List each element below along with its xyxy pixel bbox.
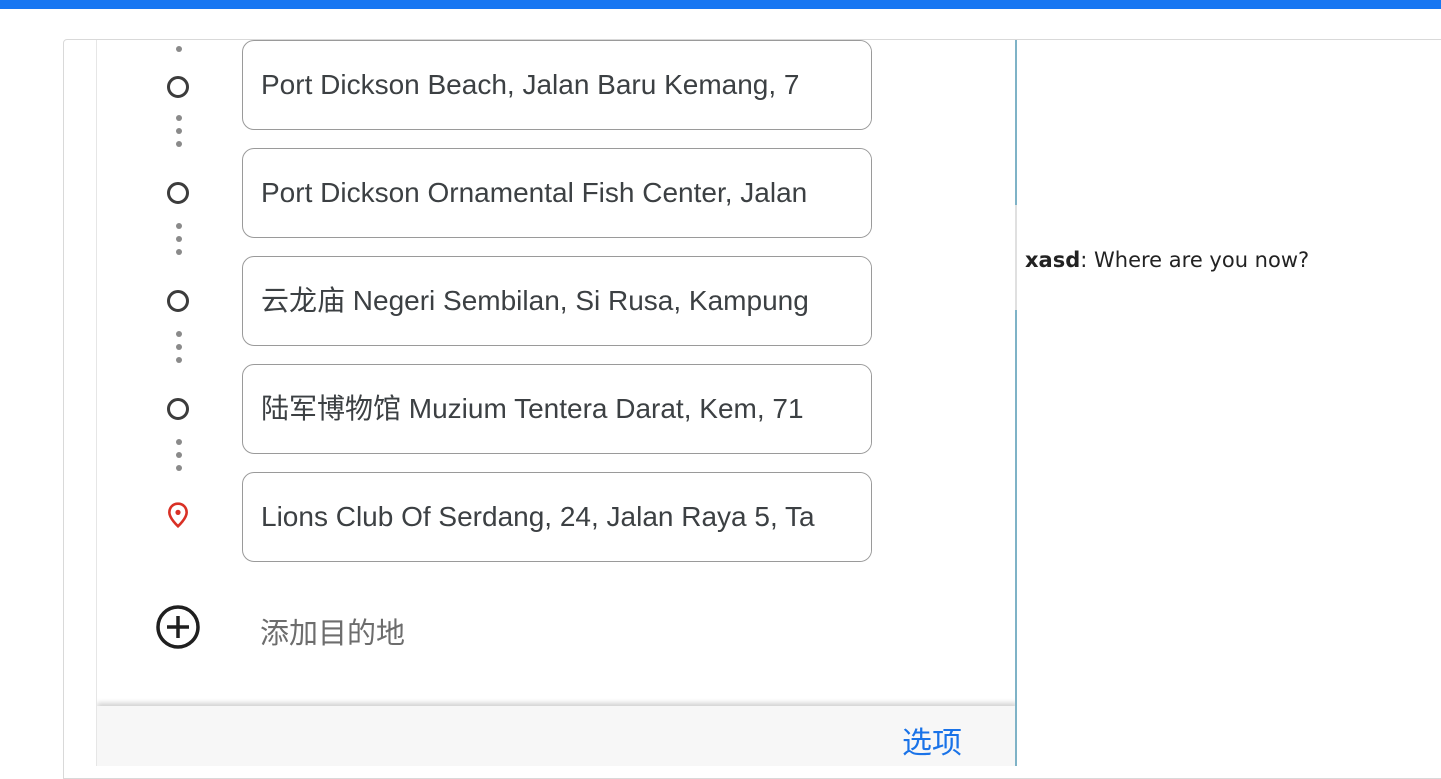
stop-input-value: Port Dickson Beach, Jalan Baru Kemang, 7 — [261, 69, 800, 100]
stop-input[interactable]: 陆军博物馆 Muzium Tentera Darat, Kem, 71 — [242, 364, 872, 454]
stop-input-value: 陆军博物馆 Muzium Tentera Darat, Kem, 71 — [261, 393, 804, 424]
stop-row: 陆军博物馆 Muzium Tentera Darat, Kem, 71 — [97, 364, 1016, 454]
panel-divider — [1015, 40, 1017, 766]
chat-message-text: Where are you now? — [1094, 248, 1310, 272]
stop-input-value: 云龙庙 Negeri Sembilan, Si Rusa, Kampung — [261, 285, 809, 316]
circle-outline-icon — [167, 182, 189, 204]
stop-row: Port Dickson Ornamental Fish Center, Jal… — [97, 148, 1016, 238]
circle-outline-icon — [167, 398, 189, 420]
options-button[interactable]: 选项 — [902, 718, 962, 762]
chat-separator: : — [1080, 248, 1095, 272]
top-accent-bar — [0, 0, 1441, 9]
chat-sender: xasd — [1025, 248, 1081, 272]
plus-circle-icon[interactable] — [155, 604, 201, 650]
stop-input[interactable]: Port Dickson Ornamental Fish Center, Jal… — [242, 148, 872, 238]
chat-divider — [1015, 205, 1017, 310]
stop-input[interactable]: Port Dickson Beach, Jalan Baru Kemang, 7 — [242, 40, 872, 130]
stop-row-destination: Lions Club Of Serdang, 24, Jalan Raya 5,… — [97, 472, 1016, 562]
map-pin-icon — [168, 502, 188, 528]
stop-row: 云龙庙 Negeri Sembilan, Si Rusa, Kampung — [97, 256, 1016, 346]
directions-panel: Port Dickson Beach, Jalan Baru Kemang, 7… — [96, 40, 1016, 766]
chat-message: xasd: Where are you now? — [1025, 248, 1309, 272]
add-destination-label[interactable]: 添加目的地 — [260, 610, 405, 652]
add-destination-row[interactable]: 添加目的地 — [97, 600, 1016, 650]
stop-input-value: Port Dickson Ornamental Fish Center, Jal… — [261, 177, 808, 208]
stop-input-value: Lions Club Of Serdang, 24, Jalan Raya 5,… — [261, 501, 815, 532]
destination-input[interactable]: Lions Club Of Serdang, 24, Jalan Raya 5,… — [242, 472, 872, 562]
stop-row: Port Dickson Beach, Jalan Baru Kemang, 7 — [97, 40, 1016, 130]
circle-outline-icon — [167, 76, 189, 98]
stop-input[interactable]: 云龙庙 Negeri Sembilan, Si Rusa, Kampung — [242, 256, 872, 346]
circle-outline-icon — [167, 290, 189, 312]
options-bar: 选项 — [97, 706, 1016, 766]
